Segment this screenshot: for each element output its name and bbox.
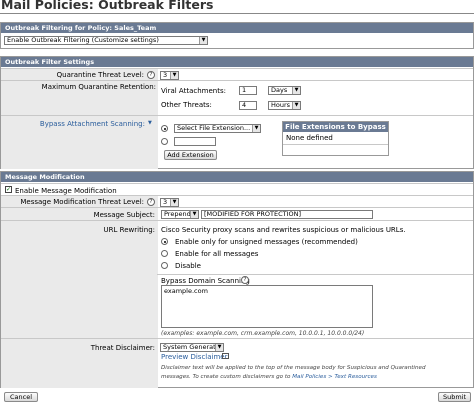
policy-header: Outbreak Filtering for Policy: Sales_Tea…	[1, 23, 473, 33]
chevron-down-icon: ▼	[199, 37, 207, 44]
message-subject-row: Message Subject: Prepend ▼ [MODIFIED FOR…	[1, 207, 473, 220]
enable-modification-checkbox[interactable]: ✓	[5, 186, 12, 193]
chevron-down-icon: ▼	[252, 125, 260, 132]
url-option-disable-label: Disable	[175, 262, 201, 270]
message-modification-section: Message Modification ✓ Enable Message Mo…	[0, 171, 474, 388]
filter-settings-section: Outbreak Filter Settings Quarantine Thre…	[0, 56, 474, 169]
url-rewriting-row: URL Rewriting: Cisco Security proxy scan…	[1, 220, 473, 338]
title-divider	[0, 13, 474, 14]
url-option-unsigned-label: Enable only for unsigned messages (recom…	[175, 238, 358, 246]
viral-label: Viral Attachments:	[161, 87, 226, 95]
filter-settings-header: Outbreak Filter Settings	[1, 57, 473, 67]
bypass-domain-textarea[interactable]: example.com	[161, 285, 373, 328]
file-extension-select[interactable]: Select File Extension... ▼	[174, 124, 261, 133]
add-extension-button[interactable]: Add Extension	[164, 150, 217, 160]
url-option-all-radio[interactable]	[161, 250, 168, 257]
disclaimer-select[interactable]: System Generated ▼	[160, 343, 224, 352]
chevron-down-icon: ▼	[292, 102, 300, 109]
file-extension-custom-input[interactable]	[174, 137, 216, 146]
modification-level-row: Message Modification Threat Level: ? 3 ▼	[1, 195, 473, 207]
message-modification-header: Message Modification	[1, 172, 473, 182]
help-icon[interactable]: ?	[241, 276, 249, 284]
other-threats-value-input[interactable]: 4	[239, 101, 257, 110]
retention-label: Maximum Quarantine Retention:	[41, 83, 156, 91]
preview-disclaimer-link[interactable]: Preview Disclaimer	[161, 353, 228, 361]
help-icon[interactable]: ?	[147, 71, 155, 79]
url-option-disable-radio[interactable]	[161, 262, 168, 269]
other-threats-label: Other Threats:	[161, 101, 212, 109]
disclaimer-note-2: messages. To create custom disclaimers g…	[161, 374, 377, 380]
chevron-down-icon: ▼	[292, 87, 300, 94]
enable-modification-label: Enable Message Modification	[15, 187, 117, 195]
quarantine-level-label: Quarantine Threat Level:	[56, 71, 144, 79]
disclaimer-note-1: Disclaimer text will be applied to the t…	[161, 365, 426, 371]
quarantine-level-select[interactable]: 3 ▼	[160, 71, 179, 80]
other-threats-unit-select[interactable]: Hours ▼	[268, 101, 301, 110]
extensions-table-empty: None defined	[283, 132, 388, 145]
cancel-button[interactable]: Cancel	[4, 392, 38, 402]
file-extension-custom-radio[interactable]	[161, 138, 168, 145]
viral-unit-select[interactable]: Days ▼	[268, 86, 301, 95]
subject-position-select[interactable]: Prepend ▼	[161, 210, 199, 219]
chevron-down-icon: ▼	[190, 211, 198, 218]
bypass-domain-label: Bypass Domain Scanning	[161, 277, 250, 285]
outbreak-mode-select[interactable]: Enable Outbreak Filtering (Customize set…	[4, 36, 208, 45]
expand-arrow-icon[interactable]: ▼	[148, 120, 152, 126]
subject-text-input[interactable]: [MODIFIED FOR PROTECTION]	[201, 210, 373, 219]
quarantine-level-row: Quarantine Threat Level: ? 3 ▼	[1, 68, 473, 80]
threat-disclaimer-row: Threat Disclaimer: System Generated ▼ Pr…	[1, 338, 473, 388]
modification-level-label: Message Modification Threat Level:	[20, 198, 144, 206]
message-subject-label: Message Subject:	[93, 211, 155, 219]
bypass-attachment-row: Bypass Attachment Scanning: ▼ Select Fil…	[1, 115, 473, 169]
policy-section: Outbreak Filtering for Policy: Sales_Tea…	[0, 22, 474, 49]
extensions-table: File Extensions to Bypass None defined	[282, 121, 389, 156]
submit-button[interactable]: Submit	[438, 392, 471, 402]
text-resources-link[interactable]: Mail Policies > Text Resources	[292, 374, 377, 380]
chevron-down-icon: ▼	[170, 199, 178, 206]
help-icon[interactable]: ?	[147, 198, 155, 206]
file-extension-select-radio[interactable]	[161, 125, 168, 132]
modification-level-select[interactable]: 3 ▼	[160, 198, 179, 207]
threat-disclaimer-label: Threat Disclaimer:	[90, 344, 155, 352]
bypass-attachment-label[interactable]: Bypass Attachment Scanning:	[40, 120, 145, 128]
chevron-down-icon: ▼	[170, 72, 178, 79]
url-rewriting-description: Cisco Security proxy scans and rewrites …	[161, 226, 406, 234]
url-option-unsigned-radio[interactable]	[161, 238, 168, 245]
url-divider	[157, 274, 473, 275]
popup-window-icon	[222, 353, 229, 359]
extensions-table-header: File Extensions to Bypass	[283, 122, 388, 132]
bypass-domain-hint: (examples: example.com, crm.example.com,…	[161, 330, 365, 337]
outbreak-mode-value: Enable Outbreak Filtering (Customize set…	[7, 36, 159, 44]
enable-modification-row: ✓ Enable Message Modification	[1, 183, 473, 195]
chevron-down-icon: ▼	[215, 344, 223, 351]
retention-row: Maximum Quarantine Retention: Viral Atta…	[1, 80, 473, 115]
url-option-all-label: Enable for all messages	[175, 250, 259, 258]
viral-value-input[interactable]: 1	[239, 86, 257, 95]
page-title: Mail Policies: Outbreak Filters	[1, 0, 214, 12]
url-rewriting-label: URL Rewriting:	[103, 226, 155, 234]
